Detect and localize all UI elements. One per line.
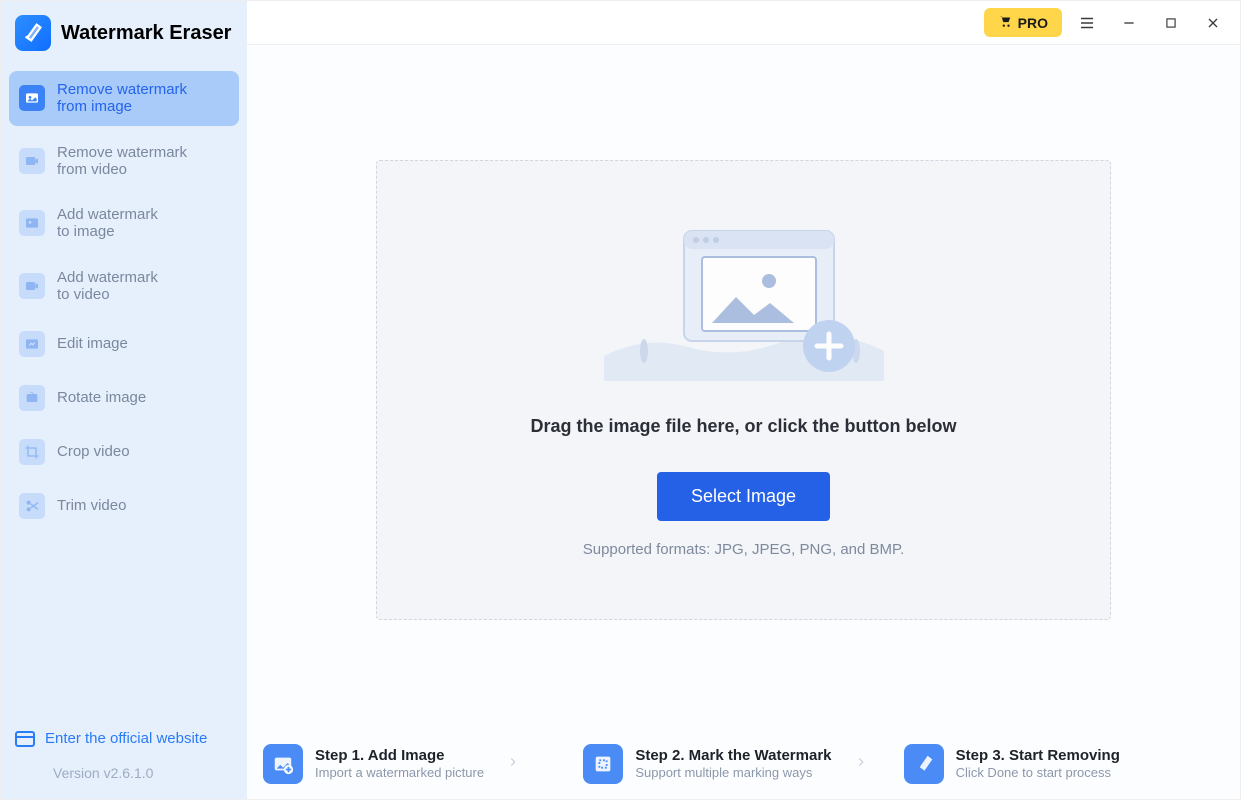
trim-icon — [19, 493, 45, 519]
steps-bar: Step 1. Add Image Import a watermarked p… — [247, 729, 1240, 799]
supported-formats-text: Supported formats: JPG, JPEG, PNG, and B… — [583, 541, 905, 558]
sidebar-spacer — [1, 541, 247, 730]
official-website-label: Enter the official website — [45, 730, 207, 747]
step-2: Step 2. Mark the Watermark Support multi… — [583, 744, 903, 784]
select-image-button[interactable]: Select Image — [657, 472, 830, 521]
nav-edit-image[interactable]: Edit image — [9, 321, 239, 367]
nav-label: Add watermark to video — [57, 269, 158, 304]
official-website-link[interactable]: Enter the official website — [1, 730, 247, 747]
app-window: Watermark Eraser Remove watermark from i… — [0, 0, 1241, 800]
version-label: Version v2.6.1.0 — [1, 747, 247, 799]
video-plus-icon — [19, 273, 45, 299]
step-remove-icon — [904, 744, 944, 784]
rotate-icon — [19, 385, 45, 411]
website-icon — [15, 731, 35, 747]
edit-icon — [19, 331, 45, 357]
nav-trim-video[interactable]: Trim video — [9, 483, 239, 529]
chevron-right-icon — [844, 755, 878, 774]
step-3: Step 3. Start Removing Click Done to sta… — [904, 744, 1224, 784]
nav-add-watermark-image[interactable]: Add watermark to image — [9, 196, 239, 251]
step-add-image-icon — [263, 744, 303, 784]
nav-label: Remove watermark from image — [57, 81, 187, 116]
step-title: Step 3. Start Removing — [956, 747, 1120, 766]
nav-crop-video[interactable]: Crop video — [9, 429, 239, 475]
brand: Watermark Eraser — [1, 1, 247, 67]
step-title: Step 1. Add Image — [315, 747, 484, 766]
nav-remove-watermark-image[interactable]: Remove watermark from image — [9, 71, 239, 126]
nav-label: Rotate image — [57, 385, 146, 411]
image-minus-icon — [19, 85, 45, 111]
content-area: Drag the image file here, or click the b… — [247, 45, 1240, 729]
app-title: Watermark Eraser — [61, 22, 231, 45]
step-title: Step 2. Mark the Watermark — [635, 747, 831, 766]
step-desc: Import a watermarked picture — [315, 765, 484, 781]
nav-label: Trim video — [57, 493, 126, 519]
pro-button[interactable]: PRO — [984, 8, 1062, 37]
nav-add-watermark-video[interactable]: Add watermark to video — [9, 259, 239, 314]
maximize-button[interactable] — [1154, 6, 1188, 40]
dropzone-heading: Drag the image file here, or click the b… — [530, 416, 956, 437]
dropzone[interactable]: Drag the image file here, or click the b… — [376, 160, 1111, 620]
main-panel: Drag the image file here, or click the b… — [247, 1, 1240, 799]
dropzone-illustration-icon — [594, 211, 894, 391]
step-desc: Support multiple marking ways — [635, 765, 831, 781]
video-minus-icon — [19, 148, 45, 174]
pro-label: PRO — [1018, 15, 1048, 31]
titlebar: PRO — [247, 1, 1240, 45]
nav-rotate-image[interactable]: Rotate image — [9, 375, 239, 421]
sidebar-nav: Remove watermark from image Remove water… — [1, 67, 247, 541]
nav-label: Remove watermark from video — [57, 144, 187, 179]
nav-label: Add watermark to image — [57, 206, 158, 241]
minimize-button[interactable] — [1112, 6, 1146, 40]
step-mark-icon — [583, 744, 623, 784]
step-1: Step 1. Add Image Import a watermarked p… — [263, 744, 583, 784]
close-button[interactable] — [1196, 6, 1230, 40]
step-desc: Click Done to start process — [956, 765, 1120, 781]
crop-icon — [19, 439, 45, 465]
nav-label: Crop video — [57, 439, 130, 465]
sidebar: Watermark Eraser Remove watermark from i… — [1, 1, 247, 799]
chevron-right-icon — [496, 755, 530, 774]
menu-button[interactable] — [1070, 6, 1104, 40]
image-plus-icon — [19, 210, 45, 236]
app-logo-icon — [15, 15, 51, 51]
nav-remove-watermark-video[interactable]: Remove watermark from video — [9, 134, 239, 189]
cart-icon — [998, 14, 1012, 31]
nav-label: Edit image — [57, 331, 128, 357]
